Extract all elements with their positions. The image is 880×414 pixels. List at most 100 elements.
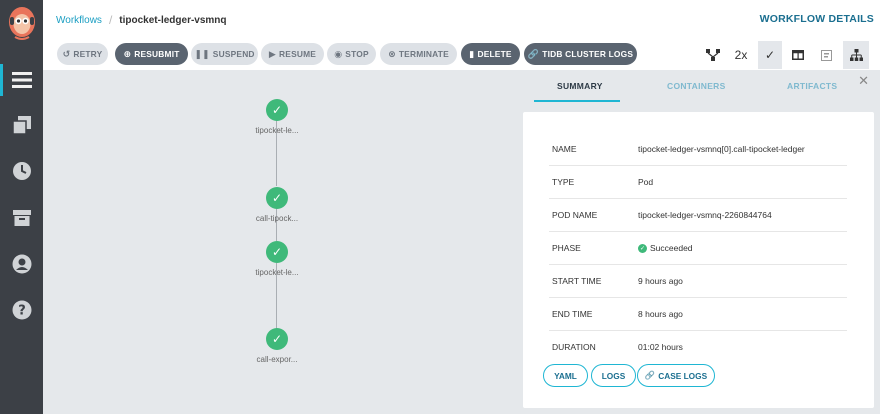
check-icon: ✓: [271, 191, 283, 205]
detail-key: END TIME: [552, 309, 593, 319]
menu-list-icon: [11, 72, 32, 88]
graph-node-label: call-expor...: [256, 355, 298, 364]
nav-templates[interactable]: [0, 105, 43, 145]
terminate-label: TERMINATE: [398, 49, 449, 59]
graph-edge: [276, 208, 277, 241]
archive-icon: [12, 210, 31, 226]
graph-layout-button[interactable]: [700, 41, 726, 69]
link-icon: 🔗: [527, 48, 540, 59]
tab-summary[interactable]: SUMMARY: [557, 81, 603, 91]
breadcrumb-separator: /: [108, 13, 113, 27]
detail-value: tipocket-ledger-vsmnq-2260844764: [638, 210, 772, 220]
detail-row: START TIME 9 hours ago: [549, 265, 847, 298]
graph-node-3[interactable]: ✓: [266, 241, 288, 263]
graph-node-4[interactable]: ✓: [266, 328, 288, 350]
detail-value: Pod: [638, 177, 654, 187]
zoom-toggle-button[interactable]: 2x: [728, 41, 754, 69]
detail-value: 01:02 hours: [638, 342, 683, 352]
breadcrumb-current: tipocket-ledger-vsmnq: [119, 14, 227, 26]
resubmit-button[interactable]: ⊕ RESUBMIT: [115, 43, 188, 65]
check-icon: ✓: [271, 332, 283, 346]
detail-key: POD NAME: [552, 210, 598, 220]
phase-value: Succeeded: [650, 243, 693, 253]
panel-tabs: SUMMARY CONTAINERS ARTIFACTS ✕: [513, 70, 880, 104]
yaml-button[interactable]: YAML: [543, 364, 588, 387]
summary-card: NAME tipocket-ledger-vsmnq[0].call-tipoc…: [523, 112, 874, 408]
case-logs-label: CASE LOGS: [658, 370, 708, 381]
yaml-label: YAML: [554, 370, 577, 381]
detail-row: END TIME 8 hours ago: [549, 298, 847, 331]
graph-view-button[interactable]: [843, 41, 869, 69]
workflow-toolbar: ↺ RETRY ⊕ RESUBMIT ❚❚ SUSPEND ▶ RESUME ◉ STOP…: [43, 38, 880, 70]
user-icon: [12, 254, 31, 274]
svg-text:?: ?: [18, 304, 26, 319]
detail-row: DURATION 01:02 hours: [549, 331, 847, 364]
timeline-view-button[interactable]: [814, 41, 838, 69]
timeline-icon: [820, 49, 832, 61]
tidb-cluster-logs-label: TIDB CLUSTER LOGS: [542, 49, 634, 59]
detail-key: DURATION: [552, 342, 596, 352]
detail-row: TYPE Pod: [549, 166, 847, 199]
detail-row: POD NAME tipocket-ledger-vsmnq-226084476…: [549, 199, 847, 232]
breadcrumb: Workflows / tipocket-ledger-vsmnq: [56, 13, 227, 27]
detail-key: START TIME: [552, 276, 602, 286]
argo-workflows-app: ? Workflows / tipocket-ledger-vsmnq WORK…: [0, 0, 880, 414]
stop-circle-icon: ◉: [334, 48, 343, 59]
detail-row: NAME tipocket-ledger-vsmnq[0].call-tipoc…: [549, 133, 847, 166]
x-circle-icon: ⊗: [388, 48, 396, 59]
logs-button[interactable]: LOGS: [591, 364, 636, 387]
play-icon: ▶: [268, 48, 277, 59]
suspend-label: SUSPEND: [212, 49, 255, 59]
stop-label: STOP: [345, 49, 369, 59]
split-pane-icon: [792, 50, 804, 60]
show-successful-toggle[interactable]: ✓: [758, 41, 782, 69]
resubmit-label: RESUBMIT: [134, 49, 180, 59]
detail-key: TYPE: [552, 177, 575, 187]
nav-help[interactable]: ?: [0, 290, 43, 330]
sitemap-icon: [849, 49, 863, 61]
left-nav-rail: ?: [0, 0, 43, 414]
logs-label: LOGS: [601, 370, 626, 381]
plus-circle-icon: ⊕: [123, 48, 132, 59]
resume-button[interactable]: ▶ RESUME: [261, 43, 324, 65]
tidb-cluster-logs-button[interactable]: 🔗 TIDB CLUSTER LOGS: [524, 43, 637, 65]
check-icon: ✓: [764, 48, 776, 62]
breadcrumb-workflows-link[interactable]: Workflows: [56, 15, 102, 26]
retry-icon: ↺: [62, 48, 71, 59]
nav-archived[interactable]: [0, 198, 43, 238]
trash-icon: ▮: [469, 48, 475, 59]
terminate-button[interactable]: ⊗ TERMINATE: [380, 43, 457, 65]
graph-node-label: tipocket-le...: [255, 126, 299, 135]
delete-button[interactable]: ▮ DELETE: [461, 43, 520, 65]
tab-containers[interactable]: CONTAINERS: [667, 81, 726, 91]
graph-node-label: tipocket-le...: [255, 268, 299, 277]
detail-key: NAME: [552, 144, 577, 154]
pause-icon: ❚❚: [194, 48, 210, 59]
graph-node-1[interactable]: ✓: [266, 99, 288, 121]
page-title: WORKFLOW DETAILS: [759, 13, 874, 25]
case-logs-button[interactable]: 🔗 CASE LOGS: [637, 364, 715, 387]
nav-workflows[interactable]: [0, 60, 43, 100]
detail-row: PHASE ✓ Succeeded: [549, 232, 847, 265]
check-icon: ✓: [271, 103, 283, 117]
retry-button[interactable]: ↺ RETRY: [57, 43, 108, 65]
workflow-graph[interactable]: ✓ tipocket-le... ✓ call-tipock... ✓ tipo…: [43, 70, 513, 414]
graph-layout-icon: [706, 49, 720, 61]
resume-label: RESUME: [279, 49, 317, 59]
nav-cron-workflows[interactable]: [0, 151, 43, 191]
tab-artifacts[interactable]: ARTIFACTS: [787, 81, 837, 91]
active-tab-indicator: [534, 100, 620, 102]
top-header: Workflows / tipocket-ledger-vsmnq WORKFL…: [43, 0, 880, 38]
argo-logo-icon[interactable]: [6, 5, 38, 41]
clock-icon: [12, 162, 31, 180]
retry-label: RETRY: [73, 49, 103, 59]
detail-value: 8 hours ago: [638, 309, 683, 319]
split-view-button[interactable]: [786, 41, 810, 69]
link-icon: 🔗: [644, 370, 656, 380]
graph-node-2[interactable]: ✓: [266, 187, 288, 209]
suspend-button[interactable]: ❚❚ SUSPEND: [191, 43, 258, 65]
close-icon[interactable]: ✕: [858, 73, 869, 89]
detail-value: tipocket-ledger-vsmnq[0].call-tipocket-l…: [638, 144, 805, 154]
nav-user[interactable]: [0, 244, 43, 284]
stop-button[interactable]: ◉ STOP: [327, 43, 376, 65]
